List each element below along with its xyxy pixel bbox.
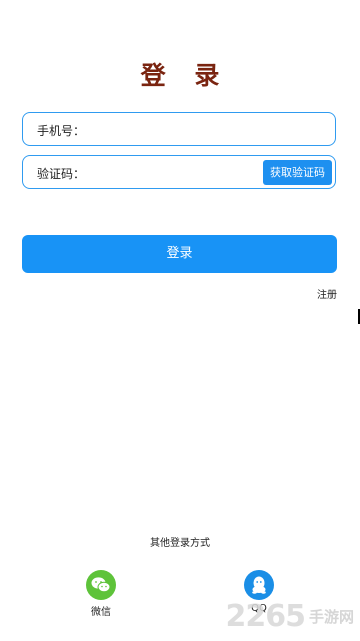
verification-code-field[interactable]: 验证码： 获取验证码 <box>22 155 336 189</box>
code-label: 验证码： <box>37 167 86 181</box>
wechat-label: 微信 <box>91 607 111 618</box>
qq-icon <box>244 570 274 600</box>
login-button[interactable]: 登录 <box>22 235 337 273</box>
page-title: 登 录 <box>140 61 230 90</box>
watermark-text: 手游网 <box>308 607 354 626</box>
watermark-number: 2265 <box>225 598 305 634</box>
register-link[interactable]: 注册 <box>317 286 337 301</box>
phone-label: 手机号： <box>37 124 86 138</box>
wechat-icon <box>86 570 116 600</box>
site-watermark: 2265 手游网 <box>225 597 354 635</box>
other-login-title: 其他登录方式 <box>150 538 210 549</box>
get-code-button[interactable]: 获取验证码 <box>263 160 332 185</box>
phone-field[interactable]: 手机号： <box>22 112 336 146</box>
wechat-login-button[interactable]: 微信 <box>81 570 121 618</box>
